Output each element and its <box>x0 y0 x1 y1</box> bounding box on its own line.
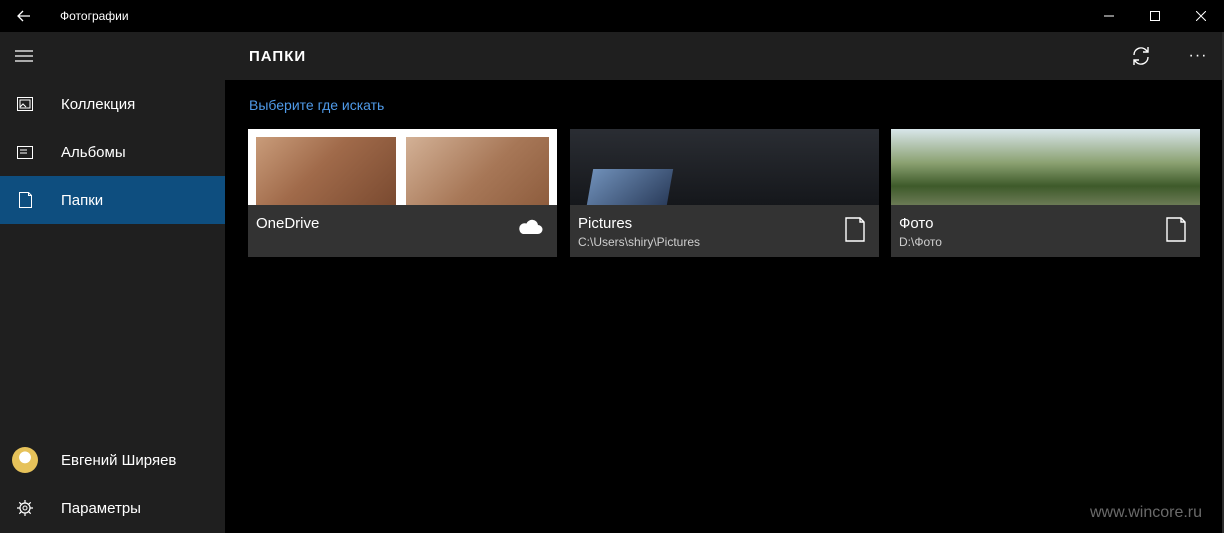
sidebar-item-label: Коллекция <box>61 95 136 113</box>
more-icon: ··· <box>1188 47 1208 64</box>
hamburger-menu-button[interactable] <box>0 32 48 80</box>
folder-tile-onedrive[interactable]: OneDrive <box>248 129 557 257</box>
maximize-button[interactable] <box>1132 0 1178 32</box>
folder-path: C:\Users\shiry\Pictures <box>578 235 701 249</box>
back-button[interactable] <box>0 0 48 32</box>
folder-outline-icon <box>845 217 865 247</box>
sidebar-item-collection[interactable]: Коллекция <box>0 80 225 128</box>
sidebar-item-label: Альбомы <box>61 143 126 161</box>
minimize-button[interactable] <box>1086 0 1132 32</box>
settings-button[interactable]: Параметры <box>0 484 225 532</box>
folder-path: D:\Фото <box>899 235 942 249</box>
sidebar-item-folders[interactable]: Папки <box>0 176 225 224</box>
choose-location-link[interactable]: Выберите где искать <box>249 97 384 113</box>
folder-tile-foto[interactable]: Фото D:\Фото <box>891 129 1200 257</box>
folder-thumbnail <box>891 129 1200 205</box>
page-header: ПАПКИ ··· <box>225 32 1222 80</box>
folder-name: Pictures <box>578 215 633 232</box>
folder-name: Фото <box>899 215 934 232</box>
avatar <box>12 447 38 473</box>
title-bar: Фотографии <box>0 0 1224 32</box>
maximize-icon <box>1150 11 1160 21</box>
cloud-icon <box>517 217 543 240</box>
page-title: ПАПКИ <box>249 48 307 65</box>
collection-icon <box>0 80 50 128</box>
folder-thumbnail <box>248 129 557 205</box>
minimize-icon <box>1104 15 1114 17</box>
user-account[interactable]: Евгений Ширяев <box>0 436 225 484</box>
folder-icon <box>0 176 50 224</box>
sync-icon <box>1133 47 1149 65</box>
folder-outline-icon <box>1166 217 1186 247</box>
more-options-button[interactable]: ··· <box>1181 42 1215 70</box>
gear-icon <box>0 484 50 532</box>
album-icon <box>0 128 50 176</box>
back-arrow-icon <box>17 10 30 22</box>
window-title: Фотографии <box>60 9 129 23</box>
sidebar: Коллекция Альбомы Папки Евгений Ширяев П… <box>0 32 225 533</box>
watermark: www.wincore.ru <box>1090 504 1203 521</box>
folder-tile-pictures[interactable]: Pictures C:\Users\shiry\Pictures <box>570 129 879 257</box>
refresh-button[interactable] <box>1125 42 1157 70</box>
sidebar-item-label: Папки <box>61 191 104 209</box>
folder-thumbnail <box>570 129 879 205</box>
hamburger-icon <box>15 50 33 62</box>
close-button[interactable] <box>1178 0 1224 32</box>
close-icon <box>1196 11 1206 21</box>
user-name: Евгений Ширяев <box>61 451 177 469</box>
settings-label: Параметры <box>61 499 141 517</box>
folder-name: OneDrive <box>256 215 320 232</box>
sidebar-item-albums[interactable]: Альбомы <box>0 128 225 176</box>
